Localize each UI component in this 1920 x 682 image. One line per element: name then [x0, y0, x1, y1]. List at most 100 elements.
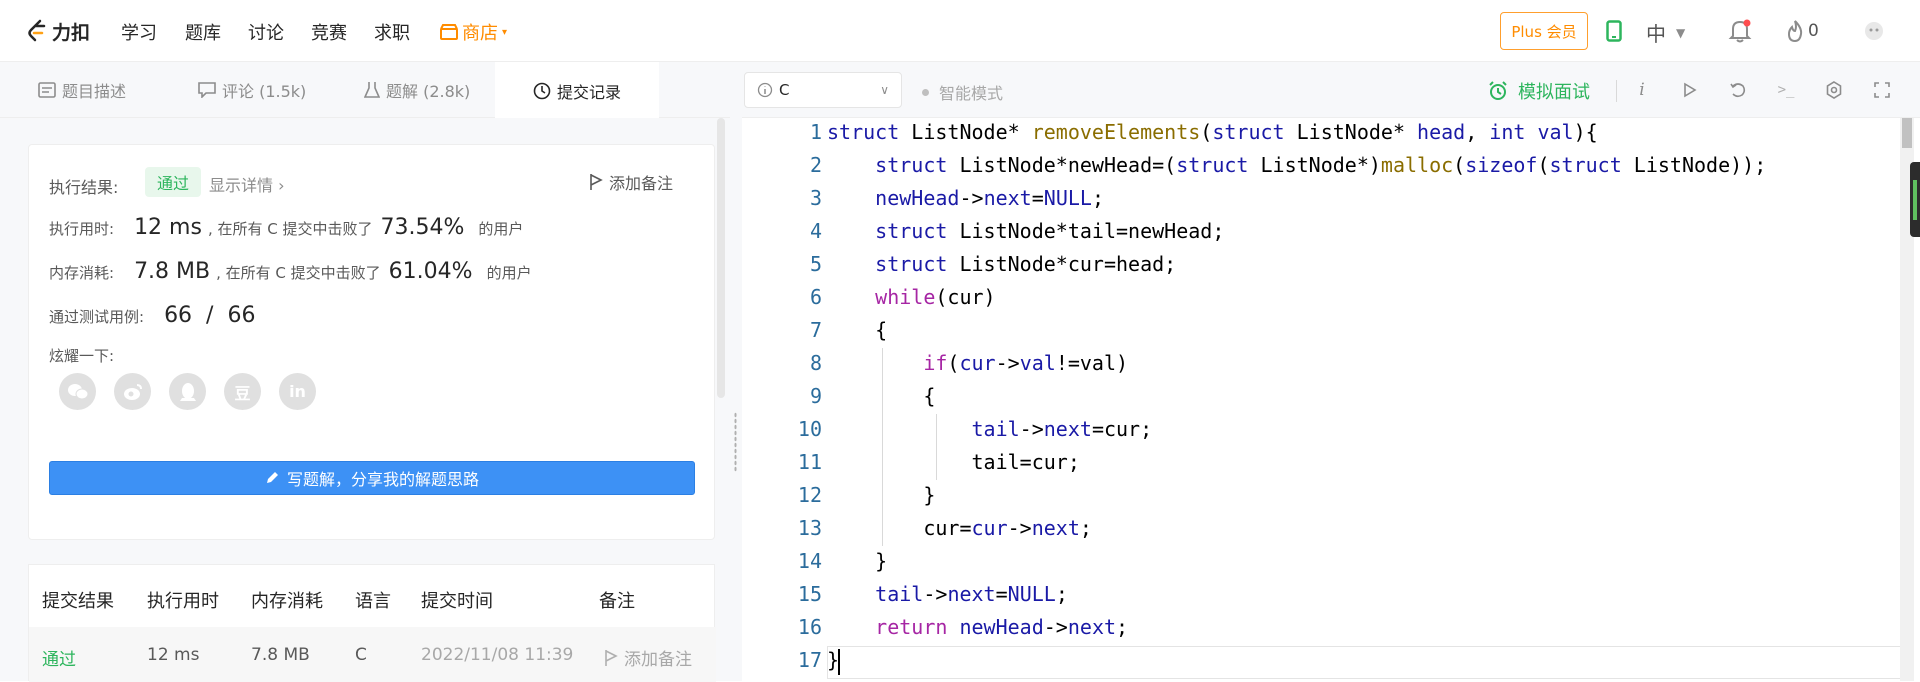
tab-solutions[interactable]: 题解 (2.8k) — [364, 62, 470, 118]
left-scrollbar[interactable] — [717, 118, 725, 398]
code-line: if(cur->val!=val) — [923, 351, 1129, 375]
settings-gear-icon[interactable] — [1822, 78, 1846, 102]
leetcode-logo-icon — [28, 19, 46, 42]
scrollbar-thumb[interactable] — [1902, 118, 1912, 148]
line-number: 13 — [797, 516, 822, 540]
line-number: 7 — [809, 318, 822, 342]
tab-submissions[interactable]: 提交记录 — [495, 62, 659, 119]
language-switcher[interactable]: 中 ▼ — [1646, 18, 1685, 47]
caret-down-icon: ▾ — [502, 26, 508, 38]
nav-link-jobs[interactable]: 求职 — [374, 19, 410, 45]
add-note-button[interactable]: 添加备注 — [589, 170, 673, 194]
caret-down-icon: ▼ — [1676, 25, 1686, 40]
comment-icon — [198, 82, 216, 98]
overview-marker — [1913, 180, 1917, 220]
language-select-value: C — [779, 81, 790, 99]
write-solution-button[interactable]: 写题解，分享我的解题思路 — [49, 461, 695, 495]
runtime-value: 12 ms — [134, 215, 202, 240]
nav-link-discuss[interactable]: 讨论 — [248, 19, 284, 45]
memory-text: , 在所有 C 提交中击败了 — [216, 264, 381, 282]
tab-description[interactable]: 题目描述 — [38, 62, 126, 118]
row-memory: 7.8 MB — [251, 645, 310, 665]
table-row[interactable]: 通过 12 ms 7.8 MB C 2022/11/08 11:39 添加备注 — [29, 627, 716, 682]
wechat-icon[interactable] — [59, 373, 96, 410]
runtime-users-text: 的用户 — [478, 220, 524, 238]
status-badge: 通过 — [145, 167, 202, 197]
tab-comments[interactable]: 评论 (1.5k) — [198, 62, 306, 118]
panel-splitter[interactable] — [730, 62, 742, 681]
line-number: 15 — [797, 582, 822, 606]
mobile-app-icon[interactable] — [1606, 18, 1622, 44]
text-cursor — [838, 649, 840, 675]
line-number: 12 — [797, 483, 822, 507]
nav-link-shop[interactable]: 商店 ▾ — [440, 19, 507, 45]
line-number: 1 — [809, 120, 822, 144]
indent-guide — [936, 414, 937, 480]
user-avatar[interactable] — [1863, 18, 1885, 44]
table-header: 语言 — [355, 591, 391, 612]
code-line: } — [827, 549, 888, 573]
notification-bell-icon[interactable] — [1728, 18, 1752, 44]
submissions-table: 提交结果 执行用时 内存消耗 语言 提交时间 备注 通过 12 ms 7.8 M… — [28, 564, 716, 682]
nav-link-learn[interactable]: 学习 — [121, 19, 157, 45]
code-line: tail->next=cur; — [971, 417, 1153, 441]
line-number: 5 — [809, 252, 822, 276]
streak-counter[interactable]: 0 — [1786, 18, 1819, 44]
memory-label: 内存消耗: — [49, 264, 115, 282]
code-line: return newHead->next; — [875, 615, 1129, 639]
code-line: cur=cur->next; — [827, 516, 1092, 540]
weibo-icon[interactable] — [114, 373, 151, 410]
mock-interview-button[interactable]: 模拟面试 — [1488, 78, 1590, 104]
shop-icon — [440, 24, 458, 40]
show-details-link[interactable]: 显示详情 › — [209, 172, 285, 196]
qq-icon[interactable] — [169, 373, 206, 410]
code-editor[interactable]: 1 2 3 4 5 6 7 8 9 10 11 12 13 14 15 16 1… — [742, 118, 1920, 681]
fire-icon — [1787, 20, 1803, 43]
reset-code-icon[interactable] — [1726, 78, 1750, 102]
tab-label: 题解 (2.8k) — [386, 82, 471, 101]
line-number: 3 — [809, 186, 822, 210]
testcases-row: 通过测试用例: 66 / 66 — [49, 303, 261, 328]
console-icon[interactable]: >_ — [1774, 78, 1798, 102]
plus-member-button[interactable]: Plus 会员 — [1500, 12, 1588, 50]
pencil-icon — [266, 472, 278, 483]
line-number: 17 — [797, 648, 822, 672]
linkedin-icon[interactable]: in — [279, 373, 316, 410]
row-result[interactable]: 通过 — [42, 645, 76, 670]
smart-mode-toggle[interactable]: 智能模式 — [922, 80, 1003, 104]
memory-users-text: 的用户 — [486, 264, 532, 282]
streak-count: 0 — [1808, 21, 1819, 41]
row-language: C — [355, 645, 367, 665]
leetcode-logo[interactable]: 力扣 — [26, 18, 90, 44]
code-line: newHead->next=NULL; — [875, 186, 1104, 210]
runtime-percent: 73.54% — [380, 215, 465, 240]
language-select[interactable]: C ∨ — [744, 72, 902, 108]
line-number: 9 — [809, 384, 822, 408]
testcases-value: 66 / 66 — [164, 303, 256, 328]
fullscreen-icon[interactable] — [1870, 78, 1894, 102]
douban-icon[interactable]: 豆 — [224, 373, 261, 410]
submission-panel: 执行结果: 通过 显示详情 › 添加备注 执行用时: 12 ms , 在所有 C… — [0, 118, 730, 682]
logo-text: 力扣 — [52, 21, 91, 44]
row-submit-time: 2022/11/08 11:39 — [421, 645, 574, 665]
shop-label: 商店 — [462, 23, 498, 44]
result-card: 执行结果: 通过 显示详情 › 添加备注 执行用时: 12 ms , 在所有 C… — [28, 144, 715, 540]
toolbar-divider — [1616, 80, 1617, 102]
code-line: tail->next=NULL; — [875, 582, 1068, 606]
line-number-gutter: 1 2 3 4 5 6 7 8 9 10 11 12 13 14 15 16 1… — [742, 118, 822, 681]
run-play-icon[interactable] — [1678, 78, 1702, 102]
line-number: 2 — [809, 153, 822, 177]
line-number: 14 — [797, 549, 822, 573]
overview-ruler — [1910, 162, 1920, 237]
nav-link-problems[interactable]: 题库 — [185, 19, 221, 45]
line-number: 16 — [797, 615, 822, 639]
nav-link-contest[interactable]: 竞赛 — [311, 19, 347, 45]
drag-handle-icon[interactable] — [734, 412, 737, 472]
code-line: while(cur) — [875, 285, 996, 309]
flask-icon — [364, 82, 380, 98]
chevron-down-icon: ∨ — [880, 83, 889, 97]
info-italic-icon[interactable]: i — [1630, 78, 1654, 102]
row-add-note-button[interactable]: 添加备注 — [604, 645, 692, 670]
line-number: 6 — [809, 285, 822, 309]
exec-result-label: 执行结果: — [49, 178, 119, 197]
